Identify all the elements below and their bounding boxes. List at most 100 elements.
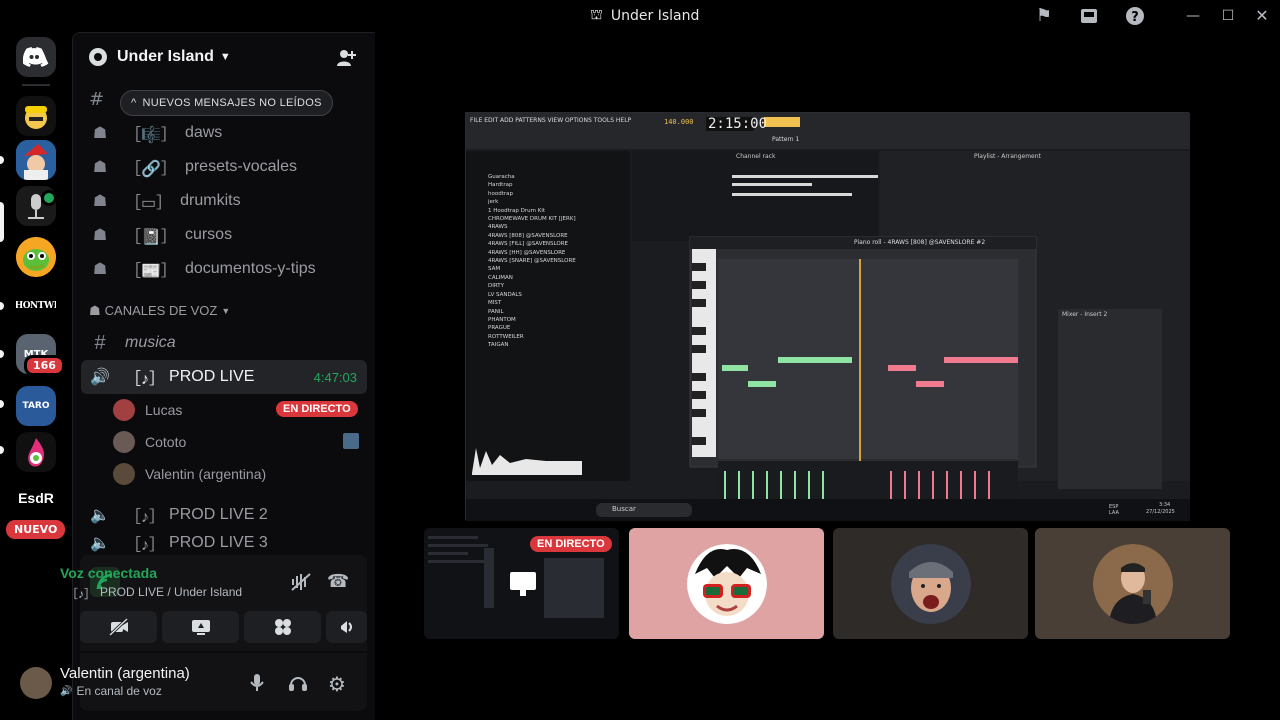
voice-timer: 4:47:03 bbox=[313, 369, 357, 385]
voice-user-valentin[interactable]: Valentin (argentina) bbox=[113, 460, 363, 488]
guild-header[interactable]: Under Island ▼ bbox=[73, 33, 376, 81]
voice-user-cototo[interactable]: Cototo bbox=[113, 428, 363, 456]
channel-presets-vocales[interactable]: ☗ ［🔗］ presets-vocales bbox=[81, 150, 367, 184]
user-avatar[interactable] bbox=[20, 667, 52, 699]
taskbar-search: Buscar bbox=[612, 505, 636, 513]
daw-browser-item: LV SANDALS bbox=[488, 291, 522, 298]
svg-text:?: ? bbox=[1131, 10, 1139, 25]
participant-avatar bbox=[1092, 543, 1173, 624]
server-rail: HONTWI MTK 166 TARO EsdR NUEVO bbox=[0, 32, 72, 720]
server-bird-icon[interactable] bbox=[16, 237, 56, 277]
daw-browser-item: jerk bbox=[488, 199, 499, 206]
voice-category-label: CANALES DE VOZ bbox=[104, 303, 218, 318]
settings-gear-icon[interactable]: ⚙ bbox=[328, 672, 346, 696]
daw-pattern: Pattern 1 bbox=[772, 136, 800, 143]
daw-browser-item: 1 Hoodtrap Drum Kit bbox=[488, 207, 546, 214]
share-screen-button[interactable] bbox=[162, 611, 239, 643]
disconnect-icon[interactable]: ☎ bbox=[327, 571, 349, 592]
participant-tile-2[interactable] bbox=[833, 528, 1028, 639]
hash-icon: # bbox=[94, 331, 106, 354]
daw-playlist: Playlist - Arrangement bbox=[974, 153, 1041, 160]
avatar bbox=[113, 399, 135, 421]
server-santa-icon[interactable] bbox=[16, 140, 56, 180]
server-worker-icon[interactable] bbox=[16, 96, 56, 136]
daw-browser-item: 4RAWS [FILL] @SAVENSLORE bbox=[488, 241, 569, 248]
user-name-block[interactable]: Valentin (argentina) 🔊 En canal de voz bbox=[60, 665, 190, 698]
daw-browser-item: ROTTWEILER bbox=[488, 333, 524, 340]
daw-browser-item: TAIGAN bbox=[488, 342, 509, 349]
voice-location[interactable]: ［♪］ PROD LIVE / Under Island bbox=[66, 585, 242, 602]
speaker-icon: 🔊 bbox=[60, 685, 73, 697]
channel-prefix: ［▭］ bbox=[125, 195, 173, 212]
chevron-down-icon: ▼ bbox=[219, 51, 231, 63]
user-name: Valentin (argentina) bbox=[145, 466, 267, 482]
channel-musica[interactable]: # musica bbox=[81, 326, 367, 360]
channel-label: cursos bbox=[184, 226, 233, 243]
close-icon[interactable]: ✕ bbox=[1252, 6, 1272, 26]
forum-icon: ☗ bbox=[92, 193, 108, 210]
participant-tile-3[interactable] bbox=[1035, 528, 1230, 639]
soundboard-button[interactable] bbox=[326, 611, 367, 643]
channel-prod-live-3[interactable]: 🔈 ［♪］ PROD LIVE 3 bbox=[81, 532, 367, 554]
channel-drumkits[interactable]: ☗ ［▭］ drumkits bbox=[81, 184, 367, 218]
rail-separator bbox=[22, 84, 50, 86]
forum-icon: ☗ bbox=[92, 125, 108, 142]
soundboard-icon bbox=[340, 621, 352, 633]
user-status: En canal de voz bbox=[76, 684, 162, 698]
channel-prefix: ［🎼］ bbox=[125, 127, 177, 144]
noise-suppression-icon[interactable] bbox=[290, 573, 312, 595]
voice-activity-icon bbox=[41, 190, 57, 206]
server-taro-icon[interactable]: TARO bbox=[16, 386, 56, 426]
speaker-icon: 🔈 bbox=[90, 507, 110, 524]
microphone-icon[interactable] bbox=[248, 673, 266, 697]
voice-status: Voz conectada bbox=[60, 565, 157, 581]
channel-prefix: ［📓］ bbox=[125, 229, 177, 246]
daw-browser-item: MIST bbox=[488, 300, 502, 307]
inbox-icon[interactable] bbox=[1079, 6, 1099, 26]
channel-prefix: ［♪］ bbox=[125, 371, 166, 388]
activities-button[interactable] bbox=[244, 611, 321, 643]
maximize-icon[interactable]: ☐ bbox=[1218, 6, 1238, 26]
speaker-icon: 🔊 bbox=[90, 369, 110, 386]
unread-pip bbox=[0, 446, 4, 454]
participant-avatar bbox=[686, 543, 767, 624]
speaker-icon: 🔈 bbox=[90, 535, 110, 552]
camera-off-icon bbox=[108, 618, 128, 636]
forum-icon: ☗ bbox=[92, 261, 108, 278]
screen-share-icon bbox=[191, 620, 210, 635]
channel-documentos-y-tips[interactable]: ☗ ［📰］ documentos-y-tips bbox=[81, 252, 367, 286]
daw-browser-item: hoodtrap bbox=[488, 190, 513, 197]
invite-icon[interactable] bbox=[336, 47, 356, 72]
daw-piano-roll-title: Piano roll - 4RAWS [808] @SAVENSLORE #2 bbox=[854, 239, 986, 246]
channel-cursos[interactable]: ☗ ［📓］ cursos bbox=[81, 218, 367, 252]
inbox-flag-icon[interactable]: ⚑ bbox=[1034, 6, 1054, 26]
daw-browser-item: DIRTY bbox=[488, 283, 504, 290]
channel-label: PROD LIVE 2 bbox=[169, 506, 268, 523]
daw-browser-item: 4RAWS [SNARE] @SAVENSLORE bbox=[488, 258, 576, 265]
user-panel: Valentin (argentina) 🔊 En canal de voz ⚙ bbox=[20, 653, 367, 711]
selected-pip bbox=[0, 202, 4, 242]
channel-prefix: ［♪］ bbox=[125, 509, 166, 526]
voice-category[interactable]: ☗ CANALES DE VOZ ▼ bbox=[89, 303, 230, 319]
discord-home-icon[interactable] bbox=[16, 37, 56, 77]
help-icon[interactable]: ? bbox=[1125, 6, 1145, 26]
participant-tile-1[interactable] bbox=[629, 528, 824, 639]
camera-off-button[interactable] bbox=[80, 611, 157, 643]
taskbar-time: 3:34 bbox=[1159, 502, 1171, 508]
server-hontwi-icon[interactable]: HONTWI bbox=[16, 286, 56, 326]
daw-browser-item: PRAGUE bbox=[488, 325, 511, 332]
server-esdr-icon[interactable]: EsdR bbox=[16, 478, 56, 518]
minimize-icon[interactable]: — bbox=[1183, 6, 1203, 26]
channel-daws[interactable]: ☗ ［🎼］ daws bbox=[81, 116, 367, 150]
user-name: Cototo bbox=[145, 434, 187, 450]
screen-share-stream[interactable]: FILE EDIT ADD PATTERNS VIEW OPTIONS TOOL… bbox=[465, 112, 1190, 521]
channel-prod-live-2[interactable]: 🔈 ［♪］ PROD LIVE 2 bbox=[81, 498, 367, 532]
channel-prod-live[interactable]: 🔊 ［♪］ PROD LIVE 4:47:03 bbox=[81, 360, 367, 394]
location-prefix: ［♪］ bbox=[66, 587, 97, 601]
daw-browser-item: PANIL bbox=[488, 308, 504, 315]
new-messages-pill[interactable]: ^ NUEVOS MENSAJES NO LEÍDOS bbox=[120, 90, 333, 116]
headphones-icon[interactable] bbox=[288, 673, 308, 697]
activity-icon bbox=[343, 433, 359, 449]
server-fire-icon[interactable] bbox=[16, 432, 56, 472]
stream-tile-lucas[interactable]: EN DIRECTO bbox=[424, 528, 619, 639]
